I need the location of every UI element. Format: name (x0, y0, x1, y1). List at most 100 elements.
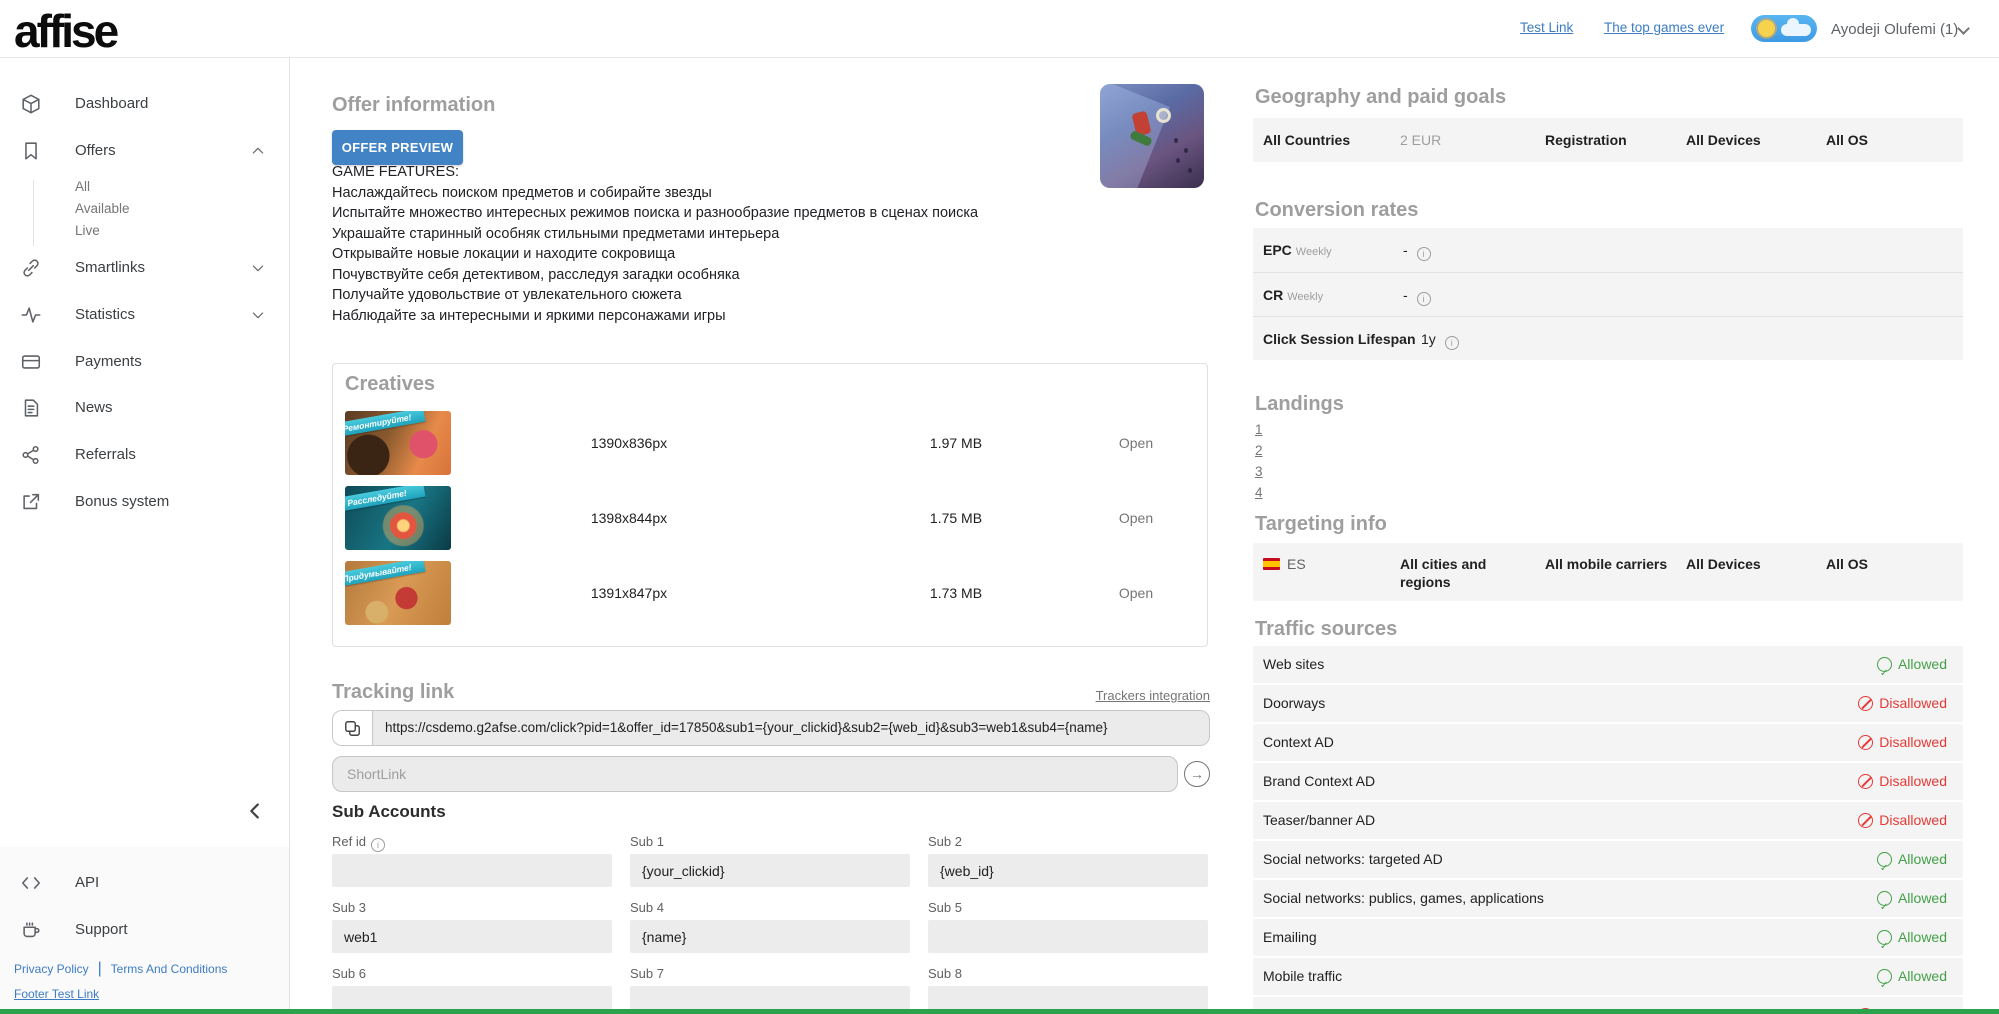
landing-link-4[interactable]: 4 (1255, 485, 1263, 500)
traffic-source-label: Mobile traffic (1263, 958, 1342, 995)
traffic-source-label: Doorways (1263, 685, 1325, 722)
creative-row: Придумывайте! 1391x847px 1.73 MB Open (333, 561, 1207, 625)
creative-dimensions: 1398x844px (549, 486, 709, 550)
creative-thumbnail[interactable]: Расследуйте! (345, 486, 451, 550)
status-badge: Allowed (1877, 880, 1947, 917)
sidebar-item-smartlinks[interactable]: Smartlinks (0, 248, 289, 288)
sidebar-item-statistics[interactable]: Statistics (0, 295, 289, 335)
creative-thumbnail[interactable]: Придумывайте! (345, 561, 451, 625)
sub4-input[interactable] (630, 920, 910, 953)
traffic-row: Web sites Allowed (1253, 646, 1963, 683)
sidebar-subitem-live[interactable]: Live (75, 223, 255, 245)
status-icon (1858, 735, 1873, 750)
creative-row: Расследуйте! 1398x844px 1.75 MB Open (333, 486, 1207, 550)
link-icon (20, 257, 42, 279)
trackers-integration-link[interactable]: Trackers integration (1096, 688, 1210, 703)
creative-thumbnail[interactable]: Ремонтируйте! (345, 411, 451, 475)
top-games-link[interactable]: The top games ever (1604, 20, 1724, 35)
description-line: Украшайте старинный особняк стильными пр… (332, 224, 1152, 245)
click-session-lifespan-row: Click Session Lifespan 1y i (1253, 316, 1963, 360)
creative-dimensions: 1390x836px (549, 411, 709, 475)
top-bar: affise Test Link The top games ever Ayod… (0, 0, 1999, 58)
sidebar-item-label: Support (75, 921, 128, 938)
epc-label: EPCWeekly (1263, 228, 1332, 274)
creative-ribbon-label: Придумывайте! (345, 561, 425, 588)
sidebar-collapse-chevron-icon[interactable] (244, 800, 266, 822)
footer-test-link[interactable]: Footer Test Link (14, 987, 99, 1001)
shortlink-input[interactable] (332, 756, 1178, 792)
chevron-up-icon[interactable] (250, 143, 266, 159)
cr-label: CRWeekly (1263, 273, 1323, 319)
theme-toggle[interactable] (1751, 15, 1817, 42)
offer-preview-button[interactable]: OFFER PREVIEW (332, 130, 463, 165)
test-link[interactable]: Test Link (1520, 20, 1573, 35)
footprint (1176, 158, 1180, 163)
cr-row: CRWeekly - i (1253, 272, 1963, 316)
sidebar-subitem-available[interactable]: Available (75, 201, 255, 223)
description-line: Испытайте множество интересных режимов п… (332, 203, 1152, 224)
shortlink-submit-arrow-icon[interactable]: → (1184, 761, 1210, 787)
offer-thumbnail-image (1100, 84, 1204, 188)
description-line: GAME FEATURES: (332, 162, 1152, 183)
targeting-cities: All cities and regions (1400, 555, 1512, 591)
conversion-rates-block: EPCWeekly - i CRWeekly - i Click Session… (1253, 228, 1963, 360)
sidebar-item-dashboard[interactable]: Dashboard (0, 84, 289, 124)
sidebar-item-label: Payments (75, 353, 142, 370)
status-badge: Disallowed (1858, 802, 1947, 839)
info-icon[interactable]: i (1417, 247, 1431, 261)
tracking-url-field[interactable]: https://csdemo.g2afse.com/click?pid=1&of… (332, 710, 1210, 746)
landing-link-1[interactable]: 1 (1255, 422, 1263, 437)
landing-link-3[interactable]: 3 (1255, 464, 1263, 479)
sidebar-item-payments[interactable]: Payments (0, 342, 289, 382)
affise-offer-page: affise Test Link The top games ever Ayod… (0, 0, 1999, 1014)
sub-field-label: Sub 5 (928, 900, 962, 915)
sub-field-label: Sub 1 (630, 834, 664, 849)
sub1-input[interactable] (630, 854, 910, 887)
traffic-source-label: Emailing (1263, 919, 1317, 956)
sub-field-label: Sub 3 (332, 900, 366, 915)
status-badge: Allowed (1877, 919, 1947, 956)
creative-open-link[interactable]: Open (1096, 411, 1176, 475)
creatives-title: Creatives (345, 373, 435, 396)
sidebar-item-offers[interactable]: Offers (0, 131, 289, 171)
info-icon[interactable]: i (1417, 292, 1431, 306)
sidebar-item-support[interactable]: Support (0, 910, 289, 950)
creative-open-link[interactable]: Open (1096, 486, 1176, 550)
creative-open-link[interactable]: Open (1096, 561, 1176, 625)
chevron-down-icon[interactable] (1957, 22, 1970, 35)
sidebar-item-api[interactable]: API (0, 863, 289, 903)
chevron-down-icon[interactable] (250, 260, 266, 276)
info-icon[interactable]: i (371, 838, 385, 852)
privacy-policy-link[interactable]: Privacy Policy (14, 962, 89, 976)
terms-link[interactable]: Terms And Conditions (111, 962, 228, 976)
affise-logo: affise (14, 4, 116, 58)
offers-subtree-line (33, 180, 34, 246)
landing-link-2[interactable]: 2 (1255, 443, 1263, 458)
ref-id-input[interactable] (332, 854, 612, 887)
sub3-input[interactable] (332, 920, 612, 953)
traffic-row: Mobile traffic Allowed (1253, 958, 1963, 995)
targeting-carriers: All mobile carriers (1545, 555, 1667, 573)
credit-card-icon (20, 351, 42, 373)
description-line: Открывайте новые локации и находите сокр… (332, 244, 1152, 265)
sub-field-label: Sub 4 (630, 900, 664, 915)
copy-button[interactable] (333, 711, 373, 745)
geo-payout: 2 EUR (1400, 118, 1441, 162)
sidebar-item-label: Referrals (75, 446, 136, 463)
status-badge: Allowed (1877, 646, 1947, 683)
traffic-row: Context AD Disallowed (1253, 724, 1963, 761)
sub5-input[interactable] (928, 920, 1208, 953)
user-menu[interactable]: Ayodeji Olufemi (1) (1831, 21, 1958, 38)
traffic-source-label: Context AD (1263, 724, 1334, 761)
sidebar-item-referrals[interactable]: Referrals (0, 435, 289, 475)
info-icon[interactable]: i (1445, 336, 1459, 350)
sidebar-item-news[interactable]: News (0, 388, 289, 428)
sidebar-item-bonus-system[interactable]: Bonus system (0, 482, 289, 522)
bookmark-icon (20, 140, 42, 162)
chevron-down-icon[interactable] (250, 307, 266, 323)
sidebar-item-label: Dashboard (75, 95, 148, 112)
sub2-input[interactable] (928, 854, 1208, 887)
sidebar-subitem-all[interactable]: All (75, 179, 255, 201)
traffic-row: Teaser/banner AD Disallowed (1253, 802, 1963, 839)
traffic-row: Social networks: targeted AD Allowed (1253, 841, 1963, 878)
